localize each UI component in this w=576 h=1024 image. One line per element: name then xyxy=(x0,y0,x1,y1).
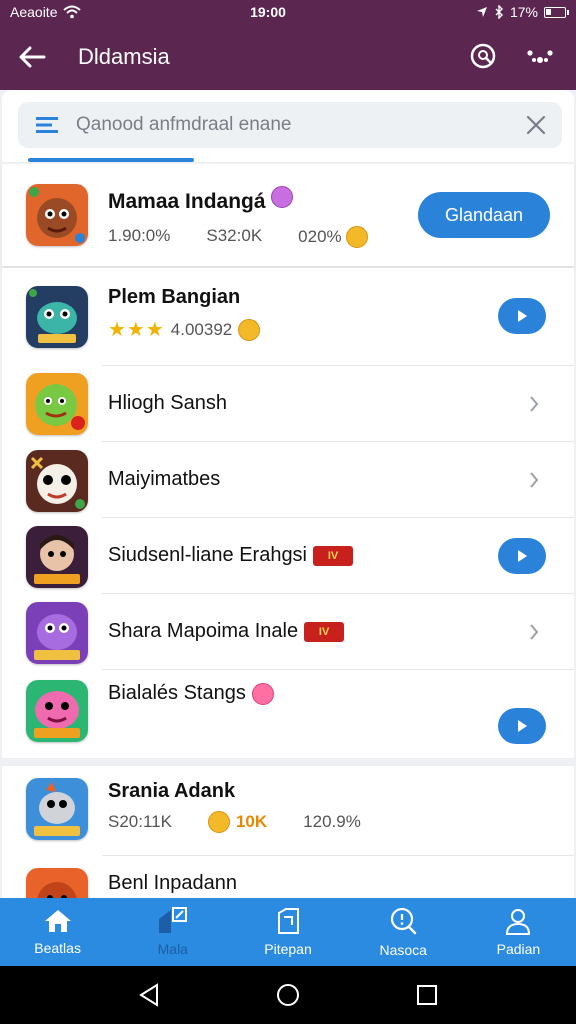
home-icon xyxy=(44,910,71,932)
stat-downloads: 1.90:0% xyxy=(108,226,171,245)
status-bar: Aeaoite 19:00 17% xyxy=(0,0,576,24)
store-icon xyxy=(158,907,187,933)
battery-text: 17% xyxy=(509,4,538,20)
nav-item-search[interactable]: Nasoca xyxy=(346,898,461,966)
smile-icon xyxy=(345,226,368,248)
list-item[interactable]: Maiyimatbes xyxy=(2,442,574,518)
featured-app-card[interactable]: Mamaa Indangá 1.90:0% S32:0K 020% Glanda… xyxy=(2,164,574,266)
app-icon xyxy=(26,778,88,840)
app-icon xyxy=(26,373,88,435)
app-name: Plem Bangian xyxy=(108,286,241,308)
search-icon xyxy=(391,907,417,935)
back-triangle-icon[interactable] xyxy=(138,983,160,1007)
promo-badge: IV xyxy=(313,545,354,566)
chevron-right-icon[interactable] xyxy=(524,392,544,416)
carrier-text: Aeaoite xyxy=(10,4,58,20)
list-item[interactable]: Srania Adank S20:11K 10K 120.9% xyxy=(2,766,574,856)
section-divider xyxy=(2,758,574,766)
app-icon xyxy=(26,184,88,246)
app-bar: Dldamsia xyxy=(0,24,576,90)
app-icon xyxy=(26,526,88,588)
chevron-right-icon[interactable] xyxy=(524,468,544,492)
tab-indicator xyxy=(28,158,194,162)
more-options-button[interactable] xyxy=(512,29,568,85)
search-action-button[interactable] xyxy=(456,29,512,85)
list-item[interactable]: Benl Inpadann xyxy=(2,856,574,898)
smile-icon xyxy=(238,318,261,341)
app-icon xyxy=(26,450,88,512)
app-name: Maiyimatbes xyxy=(108,468,221,490)
app-icon xyxy=(26,286,88,348)
star-rating-icon: ★★★ xyxy=(108,319,165,341)
search-card: Qanood anfmdraal enane xyxy=(2,90,574,162)
bluetooth-icon xyxy=(495,5,503,19)
app-name: Mamaa Indangá xyxy=(108,190,266,213)
bottom-navigation: Beatlas Mala Pitepan Nasoca Padian xyxy=(0,898,576,966)
chevron-right-icon[interactable] xyxy=(524,620,544,644)
play-button[interactable] xyxy=(498,538,546,574)
play-icon xyxy=(518,310,527,322)
list-item[interactable]: Shara Mapoima Inale IV xyxy=(2,594,574,670)
app-list: Plem Bangian ★★★ 4.00392 Hliogh Sansh Ma… xyxy=(2,268,574,898)
emoji-icon xyxy=(251,682,274,705)
nav-item-home[interactable]: Beatlas xyxy=(0,898,115,966)
nav-item-document[interactable]: Pitepan xyxy=(230,898,345,966)
app-icon xyxy=(26,680,88,742)
system-navigation-bar xyxy=(0,966,576,1024)
app-icon xyxy=(26,868,88,898)
stat-rating: 020% xyxy=(298,227,342,246)
app-icon xyxy=(26,602,88,664)
battery-icon xyxy=(544,6,569,18)
location-icon xyxy=(476,7,487,17)
content-area: Qanood anfmdraal enane Mamaa Indangá 1.9… xyxy=(0,90,576,898)
play-button[interactable] xyxy=(498,708,546,744)
page-title: Dldamsia xyxy=(78,44,170,69)
play-button[interactable] xyxy=(498,298,546,334)
app-name: Benl Inpadann xyxy=(108,872,238,894)
wifi-icon xyxy=(63,5,82,19)
rating-value: 4.00392 xyxy=(170,319,233,339)
list-item[interactable]: Siudsenl-liane Erahgsi IV xyxy=(2,518,574,594)
back-button[interactable] xyxy=(0,24,64,90)
nav-item-profile[interactable]: Padian xyxy=(461,898,576,966)
list-item[interactable]: Hliogh Sansh xyxy=(2,366,574,442)
stat-size: S20:11K xyxy=(108,812,172,831)
recents-square-icon[interactable] xyxy=(416,984,438,1006)
play-icon xyxy=(518,550,527,562)
list-item[interactable]: Plem Bangian ★★★ 4.00392 xyxy=(2,268,574,366)
emoji-icon xyxy=(271,186,294,208)
app-name: Shara Mapoima Inale xyxy=(108,620,299,642)
menu-icon[interactable] xyxy=(18,116,76,134)
stat-downloads: 10K xyxy=(235,812,268,831)
clock: 19:00 xyxy=(250,4,286,20)
get-button[interactable]: Glandaan xyxy=(418,192,550,238)
arrow-left-icon xyxy=(19,46,46,68)
app-name: Srania Adank xyxy=(108,780,236,802)
more-dots-icon xyxy=(527,50,553,63)
stat-size: S32:0K xyxy=(206,226,263,245)
document-icon xyxy=(278,908,299,934)
nav-item-store[interactable]: Mala xyxy=(115,898,230,966)
close-icon[interactable] xyxy=(510,115,562,135)
app-name: Hliogh Sansh xyxy=(108,392,227,414)
search-circle-icon xyxy=(470,43,496,69)
home-circle-icon[interactable] xyxy=(275,982,301,1008)
profile-icon xyxy=(506,909,531,935)
search-bar[interactable]: Qanood anfmdraal enane xyxy=(18,102,562,148)
list-item[interactable]: Bialalés Stangs xyxy=(2,670,574,758)
promo-badge: IV xyxy=(304,621,345,642)
smile-icon xyxy=(207,811,230,833)
app-name: Siudsenl-liane Erahgsi xyxy=(108,544,308,566)
play-icon xyxy=(518,720,527,732)
search-input[interactable]: Qanood anfmdraal enane xyxy=(76,114,510,136)
stat-rating: 120.9% xyxy=(303,812,361,831)
app-name: Bialalés Stangs xyxy=(108,682,246,704)
